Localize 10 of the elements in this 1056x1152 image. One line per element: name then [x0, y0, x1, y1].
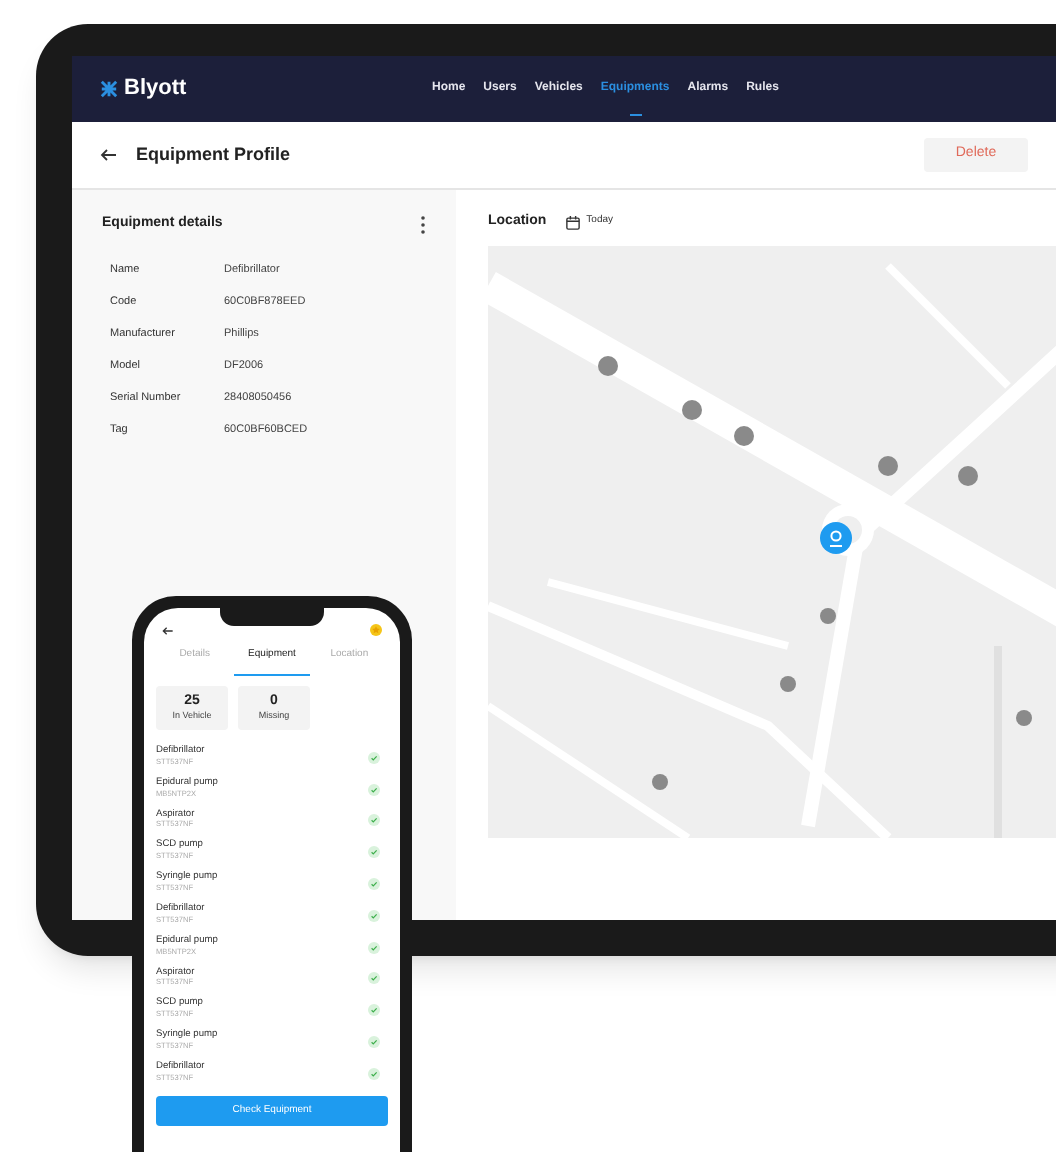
calendar-icon[interactable]	[566, 215, 581, 229]
more-options-icon[interactable]	[420, 215, 426, 234]
location-pin-icon[interactable]	[820, 522, 852, 554]
phone-notch	[220, 608, 324, 626]
star-icon[interactable]	[370, 624, 382, 636]
page-title: Equipment Profile	[136, 141, 291, 168]
logo-text: Blyott	[124, 74, 187, 105]
back-arrow-icon[interactable]	[100, 148, 118, 162]
back-arrow-icon[interactable]	[162, 625, 174, 635]
logo-icon	[100, 80, 118, 98]
